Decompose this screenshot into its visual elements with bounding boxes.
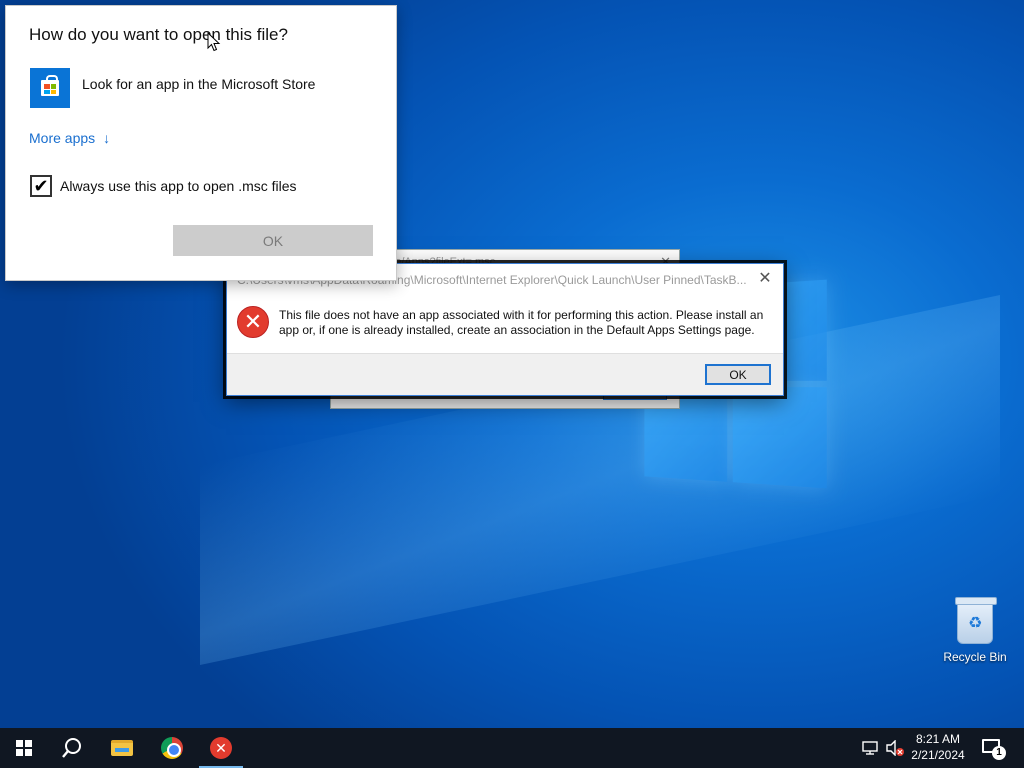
error-icon: ✕: [237, 306, 269, 338]
folder-icon: [111, 740, 133, 756]
always-use-label: Always use this app to open .msc files: [60, 178, 297, 194]
microsoft-store-label: Look for an app in the Microsoft Store: [82, 76, 316, 92]
volume-muted-icon: [886, 740, 904, 756]
file-explorer-button[interactable]: [98, 728, 146, 768]
dialog-heading: How do you want to open this file?: [29, 25, 288, 44]
more-apps-link[interactable]: More apps ↓: [29, 130, 110, 146]
always-use-checkbox[interactable]: ✔: [30, 175, 52, 197]
microsoft-store-icon: [30, 68, 70, 108]
always-use-option[interactable]: ✔ Always use this app to open .msc files: [30, 175, 297, 197]
chrome-button[interactable]: [148, 728, 196, 768]
clock-date: 2/21/2024: [911, 748, 965, 762]
error-icon: ✕: [210, 737, 232, 759]
more-apps-label: More apps: [29, 130, 96, 146]
notification-count: 1: [992, 746, 1006, 760]
search-icon: [62, 738, 81, 758]
windows-start-icon: [16, 740, 32, 756]
error-ok-button[interactable]: OK: [705, 364, 771, 385]
error-message: This file does not have an app associate…: [279, 308, 764, 337]
action-center-button[interactable]: 1: [980, 736, 1006, 760]
start-button[interactable]: [0, 728, 48, 768]
error-app-button[interactable]: ✕: [197, 728, 245, 768]
chrome-icon: [161, 737, 183, 759]
recycle-bin-shortcut[interactable]: ♻ Recycle Bin: [940, 597, 1010, 664]
open-with-ok-button[interactable]: OK: [173, 225, 373, 256]
microsoft-store-option[interactable]: Look for an app in the Microsoft Store: [30, 68, 315, 108]
desktop: ♻ Recycle Bin ...dows.store/Apps?fileExt…: [0, 0, 1024, 728]
volume-tray-icon[interactable]: [885, 728, 905, 768]
error-dialog-footer: OK: [227, 353, 783, 395]
mouse-cursor-icon: [207, 32, 221, 52]
open-with-dialog: How do you want to open this file? Look …: [5, 5, 397, 281]
recycle-bin-label: Recycle Bin: [943, 650, 1007, 664]
search-button[interactable]: [48, 728, 96, 768]
arrow-down-icon: ↓: [103, 130, 111, 146]
network-tray-icon[interactable]: [862, 728, 880, 768]
recycle-bin-icon: ♻: [955, 597, 997, 644]
clock-time: 8:21 AM: [915, 732, 961, 746]
close-icon[interactable]: ✕: [755, 269, 775, 289]
error-dialog-body: ✕ This file does not have an app associa…: [227, 294, 783, 354]
network-icon: [862, 741, 878, 755]
taskbar: ✕ 8:21 AM 2/21/2024 1: [0, 728, 1024, 768]
error-dialog: C:\Users\vms\AppData\Roaming\Microsoft\I…: [226, 263, 784, 396]
system-clock[interactable]: 8:21 AM 2/21/2024: [906, 731, 970, 763]
